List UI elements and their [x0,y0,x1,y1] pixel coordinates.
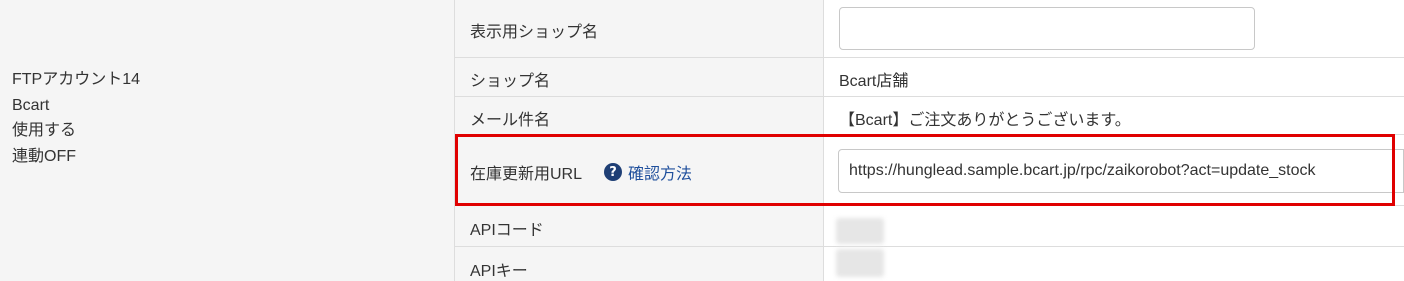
mail-subject-label: メール件名 [470,112,551,129]
row-divider [455,205,1404,206]
question-circle-icon[interactable]: ? [604,163,623,181]
row-divider [455,134,1404,135]
shop-name-value: Bcart店舗 [839,73,909,90]
mail-subject-value: 【Bcart】ご注文ありがとうございます。 [839,112,1131,129]
row-divider [455,246,1404,247]
settings-table: FTPアカウント14 Bcart 使用する 連動OFF 表示用ショップ名 ショッ… [0,0,1404,281]
api-key-redacted [836,249,884,277]
api-code-label: APIコード [470,222,544,239]
display-shop-name-input[interactable] [839,7,1255,50]
account-service: Bcart [12,96,50,114]
account-usage-status: 使用する [12,122,77,139]
account-name: FTPアカウント14 [12,71,141,88]
stock-update-url-label: 在庫更新用URL [470,166,583,183]
account-cell: FTPアカウント14 Bcart 使用する 連動OFF [0,0,455,281]
stock-update-url-input[interactable] [838,149,1404,193]
display-shop-name-label: 表示用ショップ名 [470,24,599,41]
stock-update-url-label-group: 在庫更新用URL ? 確認方法 [470,160,692,184]
shop-name-label: ショップ名 [470,73,551,90]
account-info: FTPアカウント14 Bcart 使用する 連動OFF [12,67,140,169]
api-code-redacted [836,218,884,244]
how-to-check-link[interactable]: 確認方法 [628,160,692,184]
api-key-label: APIキー [470,263,528,280]
row-divider [455,96,1404,97]
row-divider [455,57,1404,58]
account-link-status: 連動OFF [12,147,76,165]
